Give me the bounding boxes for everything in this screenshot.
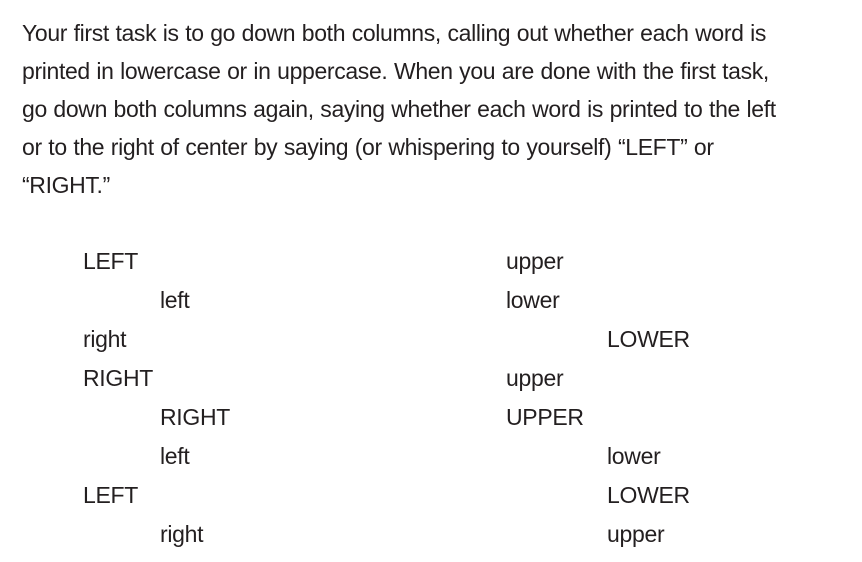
column-a-word: RIGHT bbox=[160, 404, 231, 430]
instructions-line: go down both columns again, saying wheth… bbox=[22, 96, 776, 122]
column-b-word: LOWER bbox=[607, 482, 690, 508]
instructions-line: Your first task is to go down both colum… bbox=[22, 20, 767, 46]
column-a-word: LEFT bbox=[83, 482, 139, 508]
column-b-word: upper bbox=[506, 248, 564, 274]
column-b-word: lower bbox=[607, 443, 661, 469]
column-b-word: UPPER bbox=[506, 404, 584, 430]
column-b-word: upper bbox=[506, 365, 564, 391]
column-b-word: LOWER bbox=[607, 326, 690, 352]
instructions-line: or to the right of center by saying (or … bbox=[22, 134, 714, 160]
page: Your first task is to go down both colum… bbox=[0, 0, 862, 562]
instructions-line: “RIGHT.” bbox=[22, 172, 110, 198]
column-a-word: left bbox=[160, 287, 190, 313]
column-a-word: right bbox=[83, 326, 127, 352]
column-a-word: left bbox=[160, 443, 190, 469]
column-b-word: upper bbox=[607, 521, 665, 547]
word-columns: LEFT left right RIGHT RIGHT left LEFT ri… bbox=[0, 246, 862, 556]
column-a-word: RIGHT bbox=[83, 365, 154, 391]
instructions-paragraph: Your first task is to go down both colum… bbox=[22, 14, 842, 204]
instructions-line: printed in lowercase or in uppercase. Wh… bbox=[22, 58, 769, 84]
column-a-word: right bbox=[160, 521, 204, 547]
column-a-word: LEFT bbox=[83, 248, 139, 274]
column-b-word: lower bbox=[506, 287, 560, 313]
